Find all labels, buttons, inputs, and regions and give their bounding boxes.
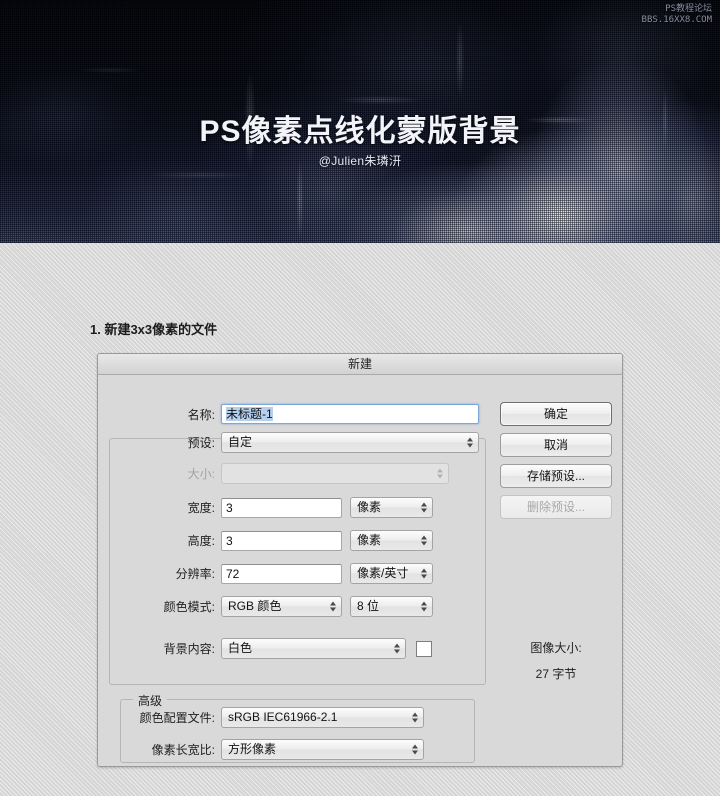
dialog-body: 名称: 未标题-1 预设: 自定 大小: 宽度: 3 像素 高度: 3 像素 分… (98, 375, 622, 767)
chevron-updown-icon (420, 567, 427, 580)
background-contents-label: 背景内容: (163, 642, 215, 656)
cancel-button[interactable]: 取消 (500, 433, 612, 457)
width-unit-value: 像素 (357, 500, 382, 514)
background-color-swatch[interactable] (416, 640, 432, 657)
resolution-unit-select[interactable]: 像素/英寸 (350, 563, 433, 584)
color-profile-value: sRGB IEC61966-2.1 (228, 710, 338, 724)
background-contents-select[interactable]: 白色 (221, 638, 406, 659)
preset-value: 自定 (228, 435, 253, 449)
dialog-title: 新建 (98, 354, 622, 375)
site-watermark: PS教程论坛 BBS.16XX8.COM (642, 4, 712, 26)
chevron-updown-icon (420, 501, 427, 514)
color-profile-label: 颜色配置文件: (139, 711, 215, 725)
color-mode-select[interactable]: RGB 颜色 (221, 596, 342, 617)
image-size-label: 图像大小: (530, 641, 582, 655)
chevron-updown-icon (420, 600, 427, 613)
save-preset-button[interactable]: 存储预设... (500, 464, 612, 488)
resolution-input[interactable]: 72 (221, 563, 342, 584)
size-label: 大小: (187, 467, 215, 481)
width-input[interactable]: 3 (221, 497, 342, 518)
pixel-aspect-ratio-label: 像素长宽比: (151, 743, 215, 757)
height-label: 高度: (187, 534, 215, 548)
step-heading: 1. 新建3x3像素的文件 (90, 322, 218, 337)
size-select (221, 463, 449, 484)
image-size-value: 27 字节 (535, 667, 577, 681)
color-mode-value: RGB 颜色 (228, 599, 282, 613)
resolution-unit-value: 像素/英寸 (357, 566, 409, 580)
height-unit-value: 像素 (357, 533, 382, 547)
height-input[interactable]: 3 (221, 530, 342, 551)
preset-label: 预设: (187, 436, 215, 450)
chevron-updown-icon (411, 743, 418, 756)
height-row: 高度: 3 像素 (98, 530, 482, 551)
background-contents-value: 白色 (228, 641, 253, 655)
color-profile-row: 颜色配置文件: sRGB IEC61966-2.1 (98, 707, 498, 728)
chevron-updown-icon (329, 600, 336, 613)
name-input[interactable]: 未标题-1 (221, 404, 479, 424)
pixel-aspect-ratio-select[interactable]: 方形像素 (221, 739, 424, 760)
color-profile-select[interactable]: sRGB IEC61966-2.1 (221, 707, 424, 728)
chevron-updown-icon (393, 642, 400, 655)
new-document-dialog: 新建 名称: 未标题-1 预设: 自定 大小: 宽度: 3 像素 高度: 3 像… (97, 353, 623, 767)
chevron-updown-icon (411, 711, 418, 724)
ok-button[interactable]: 确定 (500, 402, 612, 426)
hero-banner: PS像素点线化蒙版背景 @Julien朱璘汧 PS教程论坛 BBS.16XX8.… (0, 0, 720, 243)
bit-depth-value: 8 位 (357, 599, 380, 613)
width-unit-select[interactable]: 像素 (350, 497, 433, 518)
height-unit-select[interactable]: 像素 (350, 530, 433, 551)
delete-preset-button: 删除预设... (500, 495, 612, 519)
resolution-label: 分辨率: (175, 567, 215, 581)
chevron-updown-icon (436, 467, 443, 480)
name-input-value: 未标题-1 (226, 407, 273, 421)
color-mode-row: 颜色模式: RGB 颜色 8 位 (98, 596, 482, 617)
color-mode-label: 颜色模式: (163, 600, 215, 614)
resolution-row: 分辨率: 72 像素/英寸 (98, 563, 482, 584)
name-row: 名称: 未标题-1 (98, 404, 482, 424)
pixel-aspect-ratio-row: 像素长宽比: 方形像素 (98, 739, 498, 760)
watermark-line-2: BBS.16XX8.COM (641, 15, 712, 25)
chevron-updown-icon (466, 436, 473, 449)
chevron-updown-icon (420, 534, 427, 547)
page-author: @Julien朱璘汧 (318, 154, 402, 168)
image-size-info: 图像大小: 27 字节 (500, 639, 612, 682)
background-contents-row: 背景内容: 白色 (98, 638, 498, 659)
watermark-line-1: PS教程论坛 (665, 4, 712, 14)
name-label: 名称: (187, 407, 215, 422)
pixel-aspect-ratio-value: 方形像素 (228, 742, 277, 756)
bit-depth-select[interactable]: 8 位 (350, 596, 433, 617)
size-row: 大小: (98, 463, 482, 484)
page-title: PS像素点线化蒙版背景 (199, 115, 521, 148)
width-row: 宽度: 3 像素 (98, 497, 482, 518)
preset-row: 预设: 自定 (98, 432, 482, 453)
preset-select[interactable]: 自定 (221, 432, 479, 453)
width-label: 宽度: (187, 501, 215, 515)
